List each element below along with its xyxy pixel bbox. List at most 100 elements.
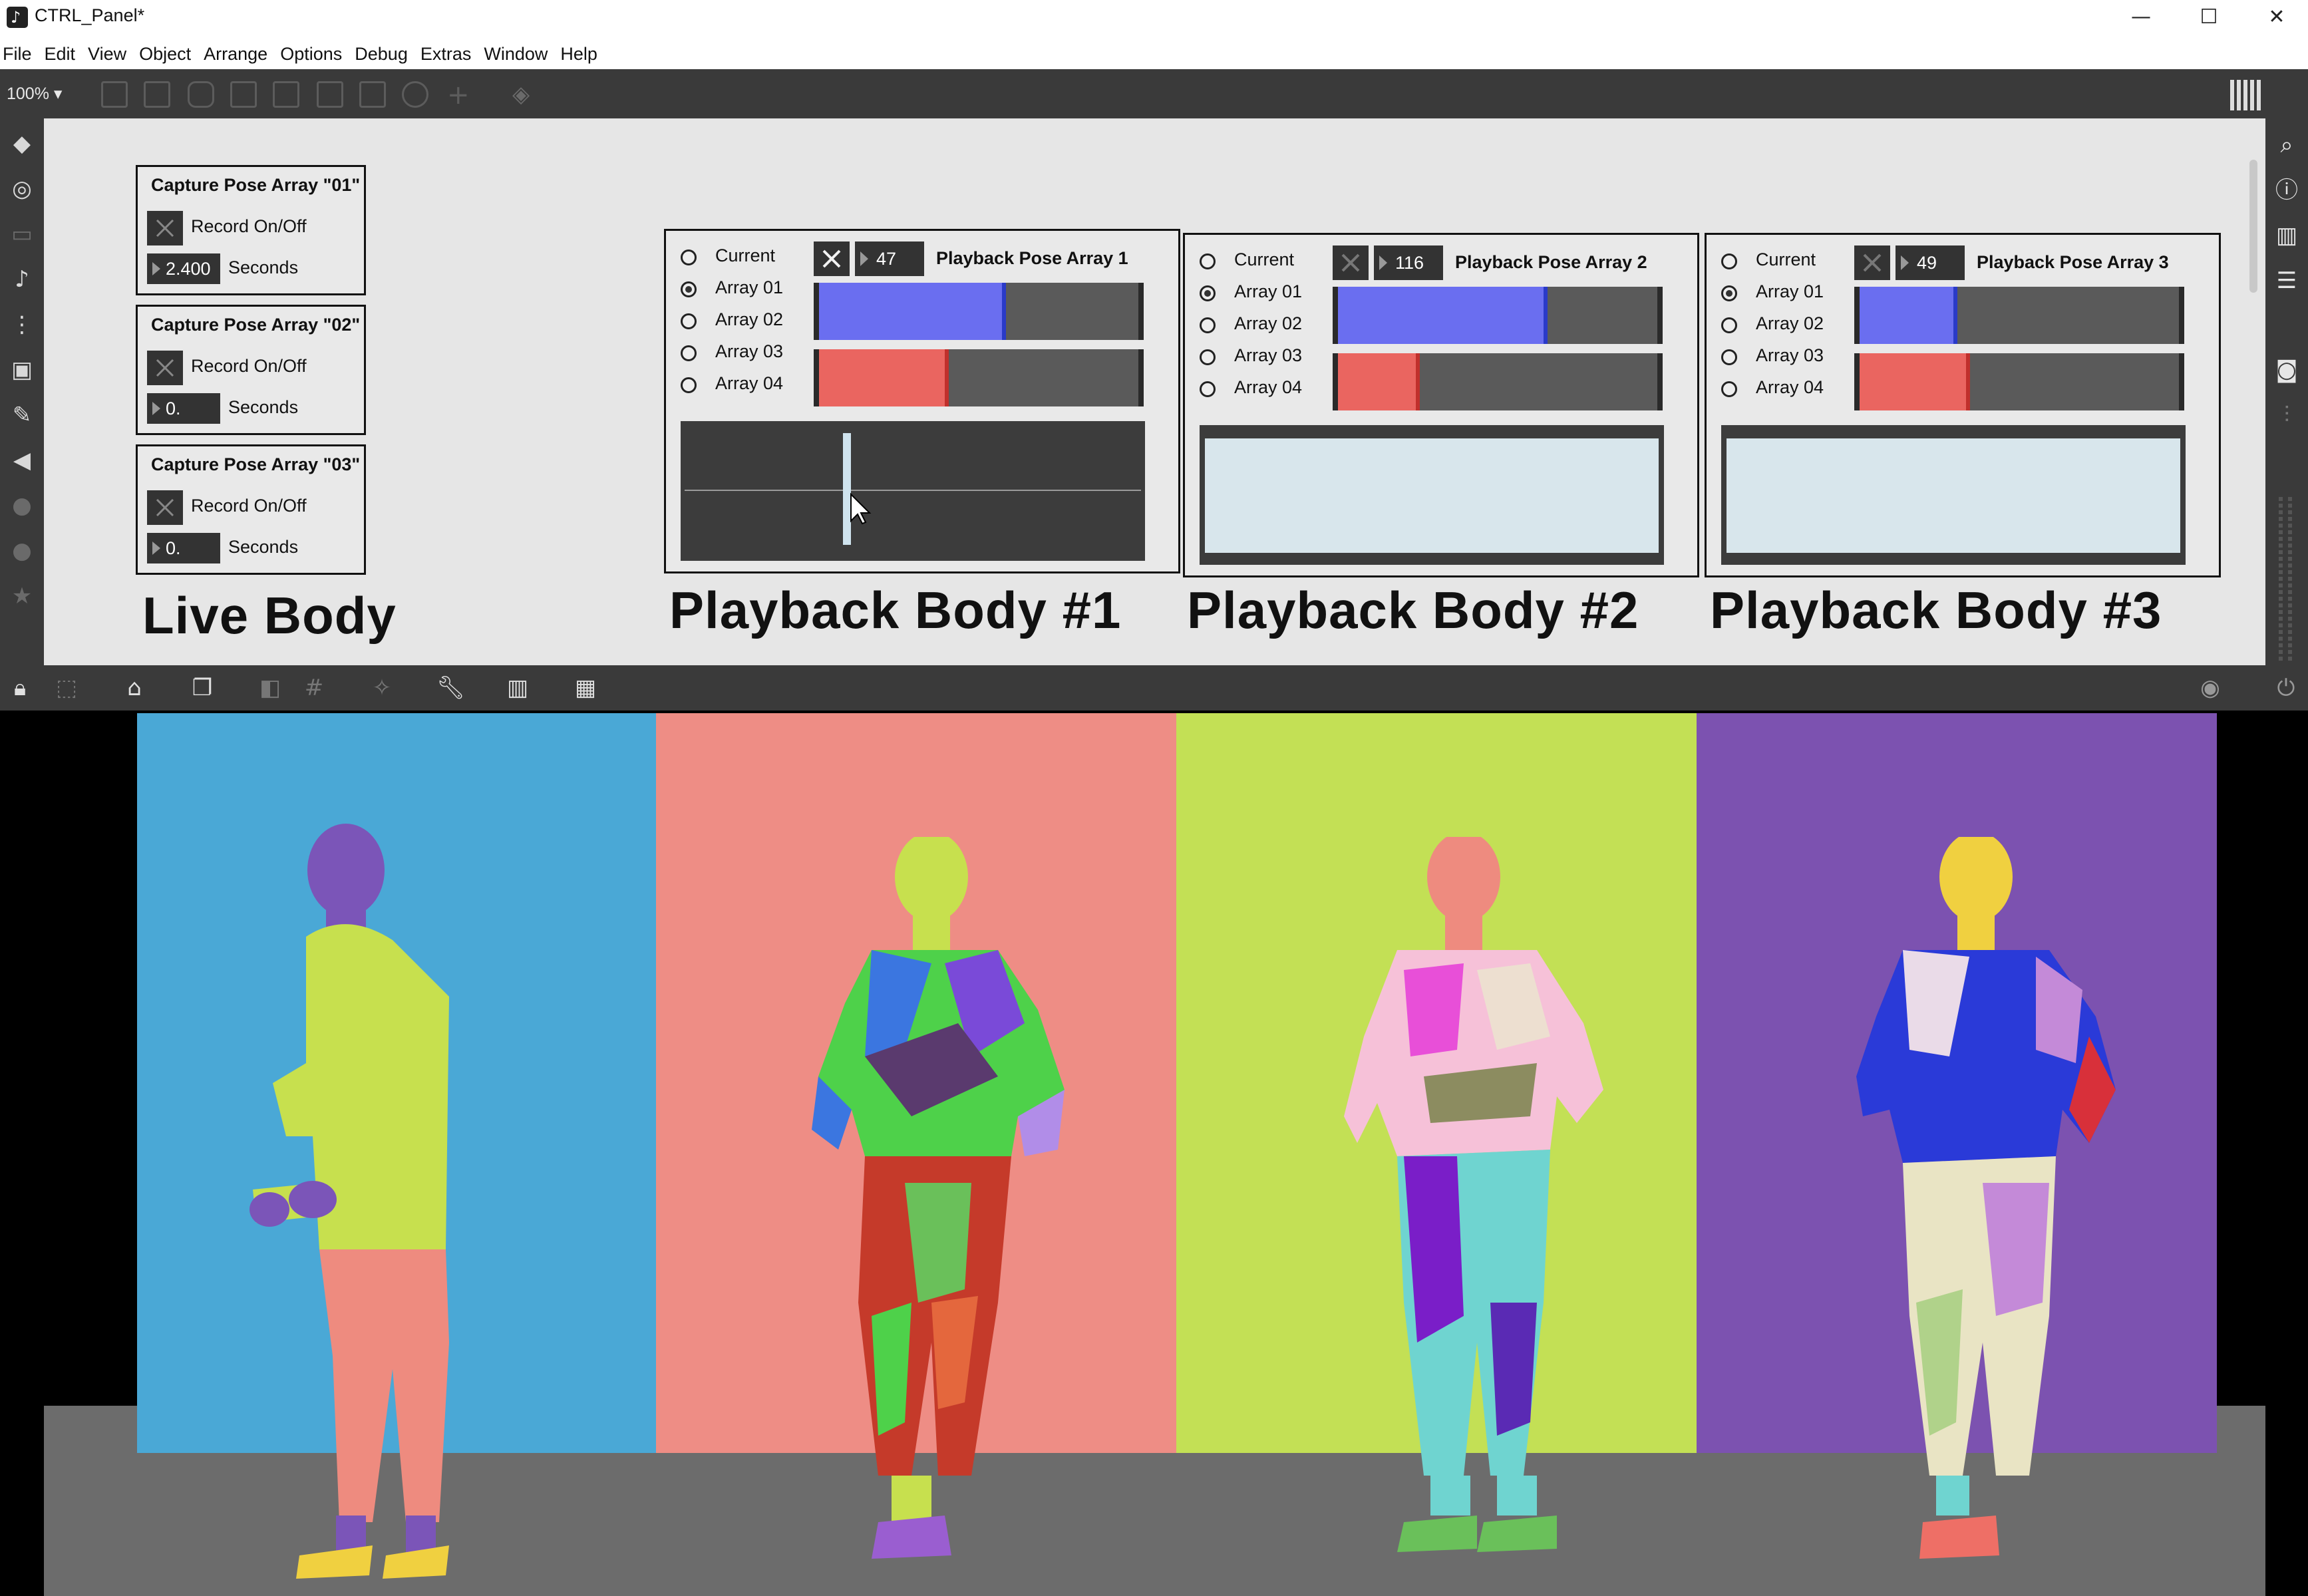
presentation-icon[interactable]: ⌂	[121, 675, 148, 701]
scope-display[interactable]	[681, 421, 1145, 561]
radio-button[interactable]	[1200, 349, 1216, 365]
red-slider[interactable]	[814, 349, 1144, 406]
menu-view[interactable]: View	[88, 44, 135, 65]
menu-object[interactable]: Object	[139, 44, 200, 65]
radio-button[interactable]	[1200, 253, 1216, 269]
new-message-icon[interactable]	[144, 81, 170, 108]
radio-button[interactable]	[1721, 253, 1737, 269]
radio-button-selected[interactable]	[1721, 285, 1737, 301]
search-icon[interactable]: ⌕	[2272, 130, 2301, 160]
star-icon[interactable]: ★	[9, 583, 35, 609]
menu-debug[interactable]: Debug	[355, 44, 416, 65]
record-toggle[interactable]	[147, 490, 183, 525]
new-slider-icon[interactable]	[359, 81, 386, 108]
playback-number[interactable]: 49	[1896, 245, 1965, 280]
playback-toggle[interactable]	[1333, 245, 1369, 280]
minimize-button[interactable]: —	[2108, 0, 2174, 35]
slider-knob[interactable]	[1966, 353, 1971, 410]
seconds-number[interactable]: 2.400	[147, 253, 220, 284]
vertical-scrollbar[interactable]	[2249, 160, 2257, 293]
radio-button[interactable]	[1721, 317, 1737, 333]
new-comment-icon[interactable]	[188, 81, 214, 108]
radio-button-selected[interactable]	[1200, 285, 1216, 301]
power-icon[interactable]: ⏻	[2273, 675, 2299, 701]
menu-arrange[interactable]: Arrange	[204, 44, 276, 65]
playback-number[interactable]: 116	[1374, 245, 1443, 280]
close-button[interactable]: ✕	[2243, 0, 2308, 35]
new-object-icon[interactable]	[101, 81, 128, 108]
wrench-icon[interactable]: 🔧︎	[436, 675, 465, 701]
menu-options[interactable]: Options	[280, 44, 351, 65]
red-slider[interactable]	[1333, 353, 1663, 410]
maximize-button[interactable]: ☐	[2176, 0, 2242, 35]
menu-window[interactable]: Window	[484, 44, 556, 65]
disabled-icon[interactable]: ●	[9, 492, 35, 519]
slider-knob[interactable]	[1416, 353, 1420, 410]
paint-bucket-icon[interactable]: ◈	[512, 81, 539, 108]
seconds-number[interactable]: 0.	[147, 393, 220, 424]
zoom-select[interactable]: 100% ▾	[7, 84, 62, 104]
info-icon[interactable]: ⓘ	[2272, 176, 2301, 205]
blue-slider[interactable]	[1333, 287, 1663, 344]
book-icon[interactable]: ▥	[2272, 221, 2301, 250]
slider-knob[interactable]	[1953, 287, 1957, 344]
record-toggle[interactable]	[147, 351, 183, 385]
radio-button[interactable]	[681, 345, 697, 361]
keyboard-grid-icon[interactable]: ▦	[572, 675, 599, 701]
edit-mode-icon[interactable]: ⬚	[53, 675, 80, 701]
menu-help[interactable]: Help	[560, 44, 606, 65]
radio-button[interactable]	[1200, 317, 1216, 333]
slider-knob[interactable]	[1544, 287, 1548, 344]
radio-button-selected[interactable]	[681, 281, 697, 297]
record-toggle[interactable]	[147, 211, 183, 245]
new-toggle-icon[interactable]	[230, 81, 257, 108]
radio-button[interactable]	[1721, 349, 1737, 365]
radio-button[interactable]	[681, 313, 697, 329]
snap-icon[interactable]: ✧	[369, 675, 395, 701]
plugin-icon[interactable]: ◀	[9, 447, 35, 474]
disabled-icon-2[interactable]: ●	[9, 538, 35, 564]
slider-fill	[1338, 287, 1546, 344]
hide-icon[interactable]: ◧	[257, 675, 283, 701]
new-button-icon[interactable]	[273, 81, 299, 108]
scope-marker	[843, 433, 851, 545]
scope-display[interactable]	[1200, 425, 1664, 565]
objects-icon[interactable]: ◆	[9, 130, 35, 157]
slider-knob[interactable]	[1002, 283, 1007, 340]
red-slider[interactable]	[1854, 353, 2184, 410]
slider-knob[interactable]	[945, 349, 949, 406]
music-note-icon[interactable]: ♪	[9, 266, 35, 293]
piano-icon[interactable]: ▥	[504, 675, 531, 701]
playback-toggle[interactable]	[1854, 245, 1890, 280]
paperclip-icon[interactable]: ✎	[9, 402, 35, 428]
playback-toggle[interactable]	[814, 241, 850, 276]
mixer-icon[interactable]: ⫶	[2272, 400, 2301, 430]
blue-slider[interactable]	[814, 283, 1144, 340]
seconds-number[interactable]: 0.	[147, 533, 220, 563]
new-dial-icon[interactable]	[402, 81, 428, 108]
menu-edit[interactable]: Edit	[45, 44, 84, 65]
scope-display[interactable]	[1721, 425, 2186, 565]
playback-number[interactable]: 47	[855, 241, 924, 276]
grid-view-icon[interactable]	[2230, 80, 2261, 110]
slider-fill	[1338, 353, 1418, 410]
add-icon[interactable]: +	[447, 80, 470, 110]
menu-file[interactable]: File	[3, 44, 41, 65]
menu-extras[interactable]: Extras	[420, 44, 480, 65]
target-icon[interactable]: ◎	[9, 176, 35, 202]
lock-icon[interactable]: 🔒︎	[7, 675, 33, 701]
keyboard-icon[interactable]: ▭	[9, 221, 35, 247]
image-icon[interactable]: ▣	[9, 357, 35, 383]
grid-icon[interactable]: #	[301, 675, 327, 701]
radio-button[interactable]	[1721, 381, 1737, 397]
radio-button[interactable]	[681, 249, 697, 265]
radio-button[interactable]	[681, 377, 697, 393]
play-icon[interactable]: ◉	[2197, 675, 2224, 701]
blue-slider[interactable]	[1854, 287, 2184, 344]
windows-icon[interactable]: ❐	[189, 675, 216, 701]
list-icon[interactable]: ☰	[2272, 266, 2301, 295]
radio-button[interactable]	[1200, 381, 1216, 397]
new-number-icon[interactable]	[317, 81, 343, 108]
sequence-icon[interactable]: ⋮	[9, 311, 35, 338]
camera-icon[interactable]: ◙	[2272, 355, 2301, 385]
